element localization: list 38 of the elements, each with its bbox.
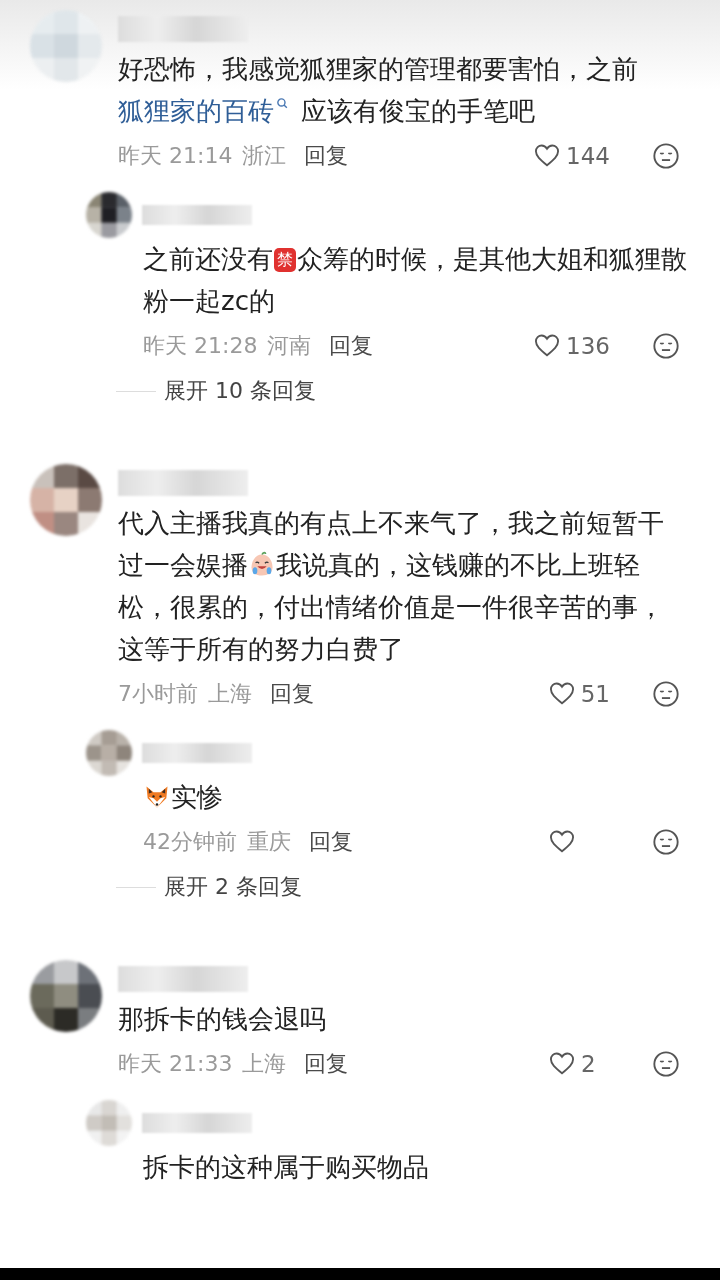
comment-time: 昨天 21:28 (143, 332, 258, 360)
comment-text: 拆卡的这种属于购买物品 (143, 1151, 430, 1184)
comment-text: 之前还没有 禁 众筹的时候，是其他大姐和狐狸散粉一起zc的 (143, 243, 688, 318)
search-icon (276, 97, 289, 110)
comment-time: 7小时前 (118, 680, 198, 708)
comment-time: 昨天 21:14 (118, 142, 233, 170)
expand-replies-button[interactable]: 展开 2 条回复 (164, 872, 302, 902)
comment-text: 实惨 (143, 776, 688, 818)
dislike-face-icon[interactable] (652, 828, 680, 856)
reply-button[interactable]: 回复 (309, 827, 353, 857)
reply-button[interactable]: 回复 (304, 1049, 349, 1079)
dislike-face-icon[interactable] (652, 680, 680, 708)
ban-sticker: 禁 (274, 248, 296, 272)
expand-replies-button[interactable]: 展开 10 条回复 (164, 376, 316, 406)
comment-location: 上海 (242, 1050, 287, 1078)
topic-link[interactable]: 狐狸家的百砖 (118, 96, 274, 126)
dislike-face-icon[interactable] (652, 1050, 680, 1078)
like-count: 2 (581, 1051, 596, 1077)
comment-location: 河南 (267, 332, 312, 360)
comment-location: 浙江 (242, 142, 287, 170)
like-count: 144 (566, 143, 610, 169)
comment-text: 代入主播我真的有点上不来气了，我之前短暂干过一会娱播 我说真的，这钱赚的不比上班轻松，很累的，付出情绪价值是一件很辛苦的事，这等于所有的努力白费了 (118, 507, 665, 666)
reply-button[interactable]: 回复 (304, 141, 349, 171)
comment-location: 上海 (208, 680, 252, 708)
blurred-avatar[interactable] (30, 464, 102, 536)
reply-button[interactable]: 回复 (329, 331, 374, 361)
blurred-avatar[interactable] (30, 960, 102, 1032)
comment-text: 好恐怖，我感觉狐狸家的管理都要害怕，之前 狐狸家的百砖 应该有俊宝的手笔吧 (118, 53, 639, 128)
dislike-face-icon[interactable] (652, 142, 680, 170)
comment-location: 重庆 (247, 828, 291, 856)
comment-text: 那拆卡的钱会退吗 (118, 1003, 327, 1036)
blurred-avatar[interactable] (86, 192, 132, 238)
comment-time: 昨天 21:33 (118, 1050, 233, 1078)
reply-button[interactable]: 回复 (270, 679, 314, 709)
comment-time: 42分钟前 (143, 828, 237, 856)
like-count: 51 (580, 681, 610, 707)
like-count: 136 (566, 333, 610, 359)
dislike-face-icon[interactable] (652, 332, 680, 360)
